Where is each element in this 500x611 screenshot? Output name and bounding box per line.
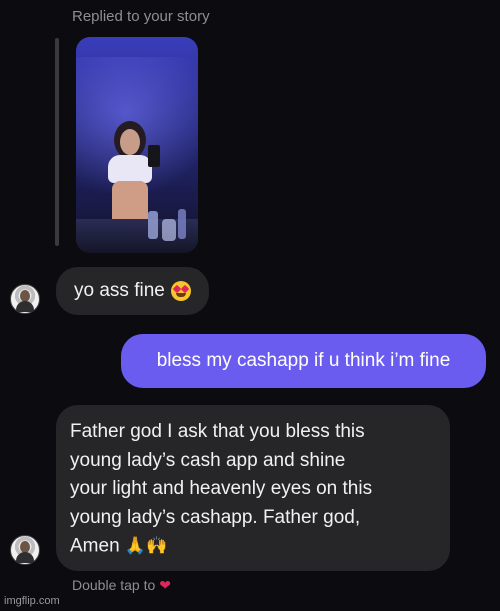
story-phone: [148, 145, 160, 167]
message-line-last: Amen 🙏🙌: [70, 532, 436, 561]
heart-icon: ❤: [159, 577, 171, 593]
reply-quote-bar: [55, 38, 59, 246]
message-text: yo ass fine: [74, 280, 165, 301]
sender-avatar[interactable]: [10, 535, 40, 565]
folded-hands-emoji-icon: 🙏: [124, 536, 147, 555]
story-thumbnail[interactable]: [76, 37, 198, 253]
message-line: Father god I ask that you bless this: [70, 421, 365, 442]
incoming-message-2[interactable]: Father god I ask that you bless this you…: [56, 405, 450, 571]
message-line: young lady’s cash app and shine: [70, 449, 346, 471]
message-line: young lady’s cashapp. Father god,: [70, 506, 361, 528]
avatar-shoulders: [16, 552, 34, 563]
heart-eyes-emoji-icon: [170, 281, 191, 301]
message-line-text: Amen: [70, 535, 120, 557]
story-bottle: [162, 219, 176, 241]
watermark: imgflip.com: [4, 595, 60, 607]
sender-avatar[interactable]: [10, 284, 40, 314]
message-text: bless my cashapp if u think i’m fine: [156, 350, 451, 371]
outgoing-message-1[interactable]: bless my cashapp if u think i’m fine: [121, 334, 486, 388]
raising-hands-emoji-icon: 🙌: [146, 536, 168, 555]
story-figure-top: [108, 155, 152, 183]
avatar-shoulders: [16, 301, 34, 312]
double-tap-hint: Double tap to ❤: [72, 577, 171, 594]
double-tap-text: Double tap to: [72, 577, 156, 593]
story-bottle: [178, 209, 186, 239]
message-line: your light and heavenly eyes on this: [70, 478, 373, 499]
story-figure-face: [120, 129, 140, 155]
replied-to-story-label: Replied to your story: [72, 8, 210, 25]
story-bottle: [148, 211, 158, 239]
incoming-message-1[interactable]: yo ass fine: [56, 267, 209, 315]
